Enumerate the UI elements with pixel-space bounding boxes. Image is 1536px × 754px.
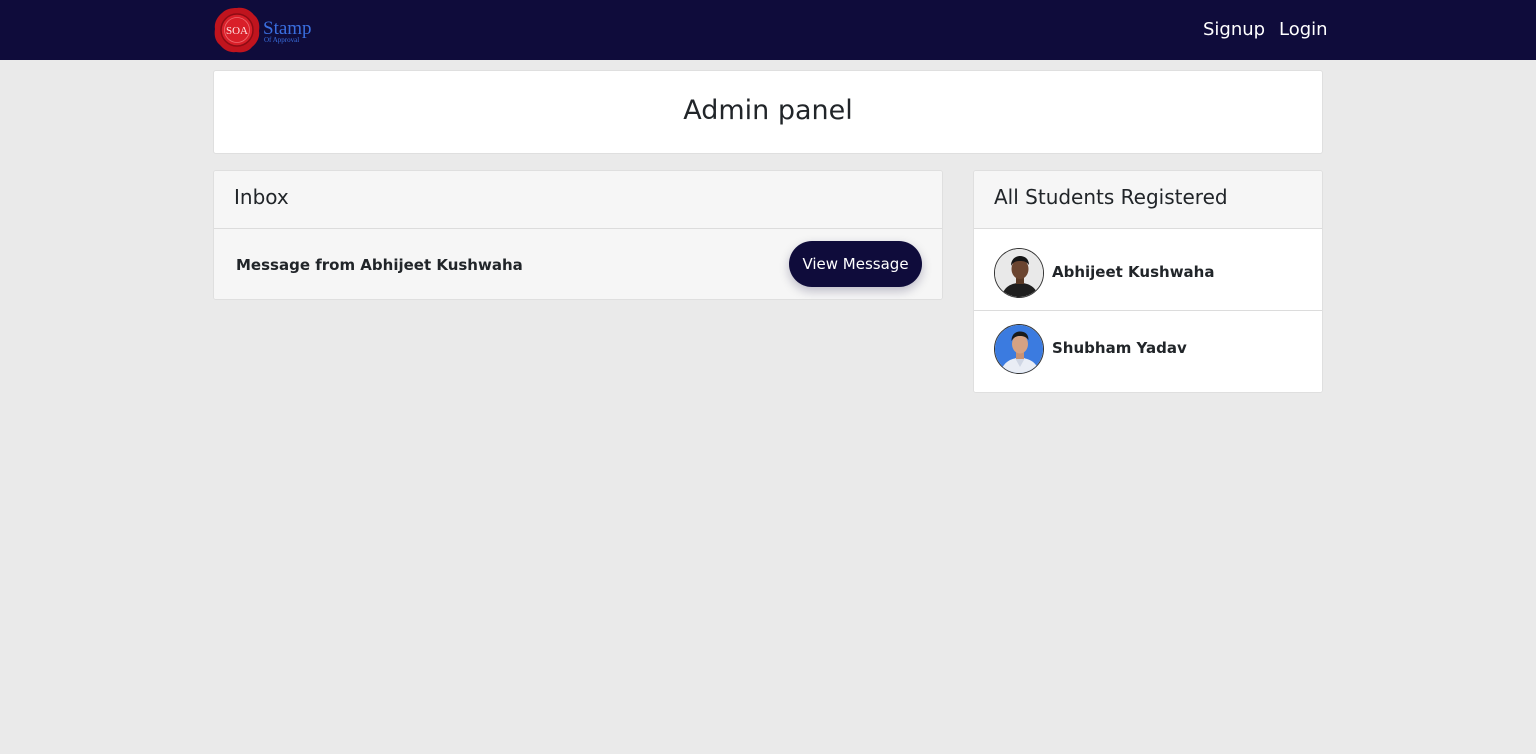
avatar (994, 324, 1044, 374)
inbox-message-item: Message from Abhijeet Kushwaha View Mess… (214, 229, 942, 299)
top-navbar: SOA Stamp Of Approval Signup Login (0, 0, 1536, 60)
person-photo-icon (995, 249, 1043, 297)
page-title-card: Admin panel (213, 70, 1323, 154)
brand-logo[interactable]: SOA Stamp Of Approval (213, 4, 323, 56)
wax-seal-logo-icon: SOA (214, 7, 260, 53)
student-list-item[interactable]: Abhijeet Kushwaha (974, 229, 1322, 311)
students-title: All Students Registered (994, 185, 1228, 209)
student-name[interactable]: Abhijeet Kushwaha (1052, 262, 1214, 282)
nav-login-link[interactable]: Login (1279, 19, 1328, 41)
student-list-item[interactable]: Shubham Yadav (974, 312, 1322, 392)
students-header: All Students Registered (974, 171, 1322, 229)
seal-text: SOA (226, 25, 248, 37)
brand-tagline: Of Approval (264, 36, 300, 44)
students-card: All Students Registered Abhijeet Kushwah… (973, 170, 1323, 393)
nav-signup-link[interactable]: Signup (1203, 19, 1265, 41)
inbox-card: Inbox Message from Abhijeet Kushwaha Vie… (213, 170, 943, 300)
avatar (994, 248, 1044, 298)
inbox-title: Inbox (234, 185, 289, 209)
person-photo-icon (995, 325, 1043, 373)
view-message-button[interactable]: View Message (789, 241, 922, 287)
page-title: Admin panel (683, 95, 853, 126)
inbox-header: Inbox (214, 171, 942, 229)
student-name[interactable]: Shubham Yadav (1052, 338, 1187, 358)
message-text: Message from Abhijeet Kushwaha (236, 256, 523, 274)
